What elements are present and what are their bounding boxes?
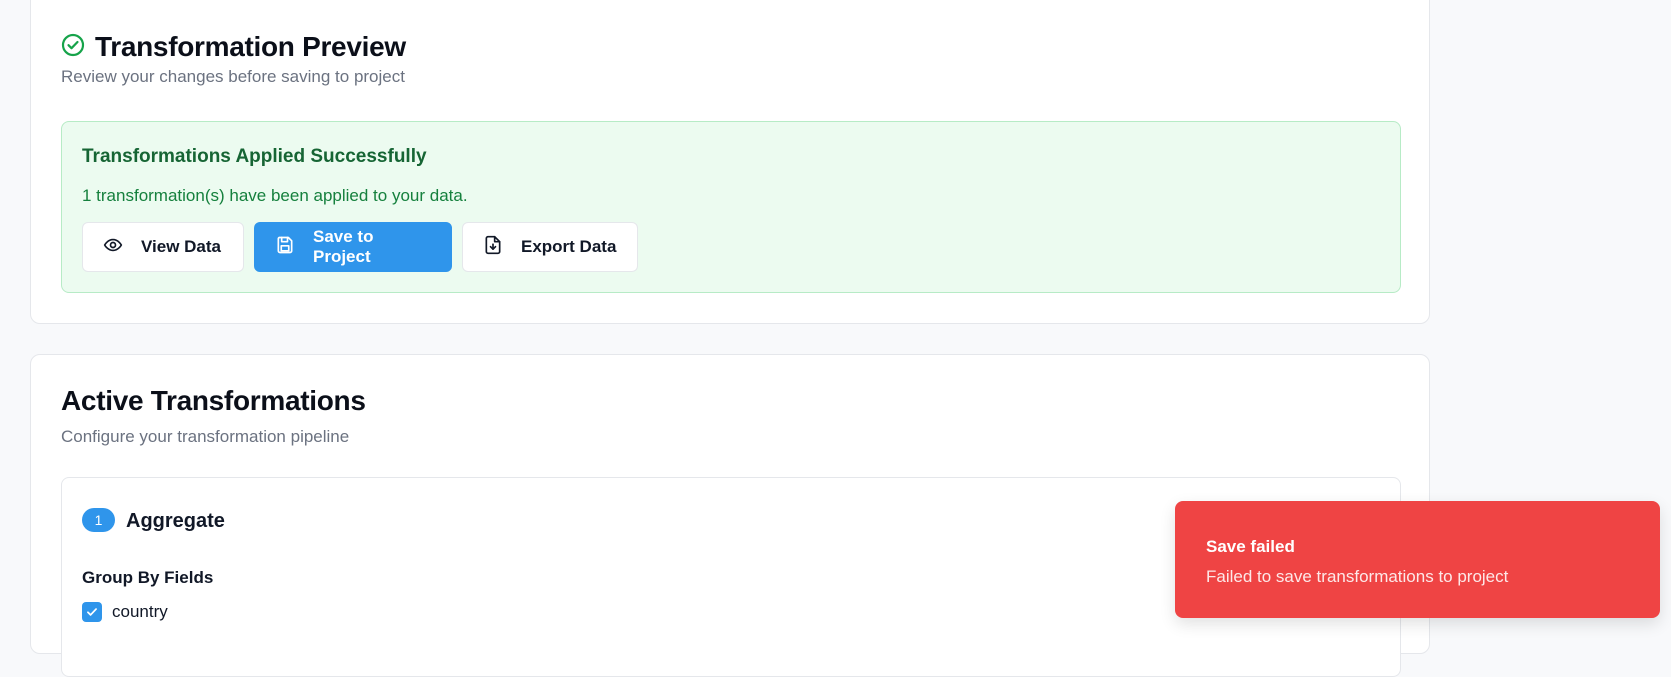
- success-message: 1 transformation(s) have been applied to…: [82, 186, 468, 205]
- active-subtitle: Configure your transformation pipeline: [61, 427, 350, 446]
- country-checkbox-label: country: [112, 602, 168, 621]
- country-checkbox[interactable]: [82, 602, 102, 622]
- success-alert: Transformations Applied Successfully 1 t…: [61, 121, 1401, 293]
- preview-title: Transformation Preview: [95, 31, 406, 62]
- success-title: Transformations Applied Successfully: [82, 146, 427, 167]
- transformation-preview-card: Transformation Preview Review your chang…: [30, 0, 1430, 324]
- save-icon: [275, 235, 295, 260]
- save-to-project-label: Save to Project: [313, 227, 374, 266]
- view-data-label: View Data: [141, 237, 222, 256]
- export-data-button[interactable]: Export Data: [462, 222, 638, 272]
- step-name: Aggregate: [126, 510, 225, 532]
- preview-title-row: Transformation Preview: [61, 31, 406, 63]
- check-icon: [87, 608, 97, 616]
- export-data-label: Export Data: [521, 237, 617, 256]
- check-circle-icon: [61, 33, 85, 62]
- toast-title: Save failed: [1206, 537, 1295, 556]
- save-to-project-button[interactable]: Save to Project: [254, 222, 452, 272]
- toast-message: Failed to save transformations to projec…: [1206, 567, 1509, 586]
- group-field-row[interactable]: country: [82, 602, 168, 622]
- error-toast[interactable]: Save failed Failed to save transformatio…: [1175, 501, 1660, 618]
- file-download-icon: [483, 235, 503, 260]
- step-number-badge: 1: [82, 508, 115, 532]
- group-by-label: Group By Fields: [82, 568, 214, 587]
- view-data-button[interactable]: View Data: [82, 222, 244, 272]
- eye-icon: [103, 235, 123, 260]
- active-title: Active Transformations: [61, 385, 366, 416]
- preview-subtitle: Review your changes before saving to pro…: [61, 67, 405, 86]
